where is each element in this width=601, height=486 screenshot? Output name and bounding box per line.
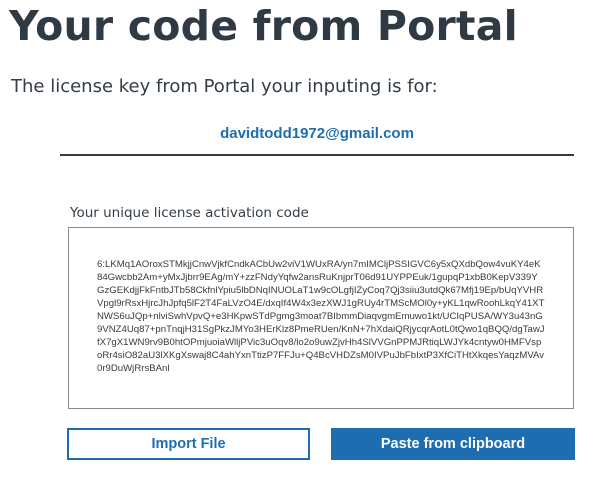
import-file-button[interactable]: Import File — [67, 428, 310, 460]
license-code-page: Your code from Portal The license key fr… — [0, 0, 601, 486]
license-code-text: 6:LKMq1AOroxSTMkjjCnwVjkfCndkACbUw2viV1W… — [97, 259, 545, 374]
paste-from-clipboard-button[interactable]: Paste from clipboard — [331, 428, 575, 460]
divider — [60, 154, 574, 156]
account-email: davidtodd1972@gmail.com — [220, 125, 414, 142]
license-code-label: Your unique license activation code — [70, 205, 309, 221]
page-subtitle: The license key from Portal your inputin… — [11, 76, 438, 97]
license-code-box[interactable]: 6:LKMq1AOroxSTMkjjCnwVjkfCndkACbUw2viV1W… — [68, 227, 574, 409]
page-title: Your code from Portal — [9, 2, 518, 50]
